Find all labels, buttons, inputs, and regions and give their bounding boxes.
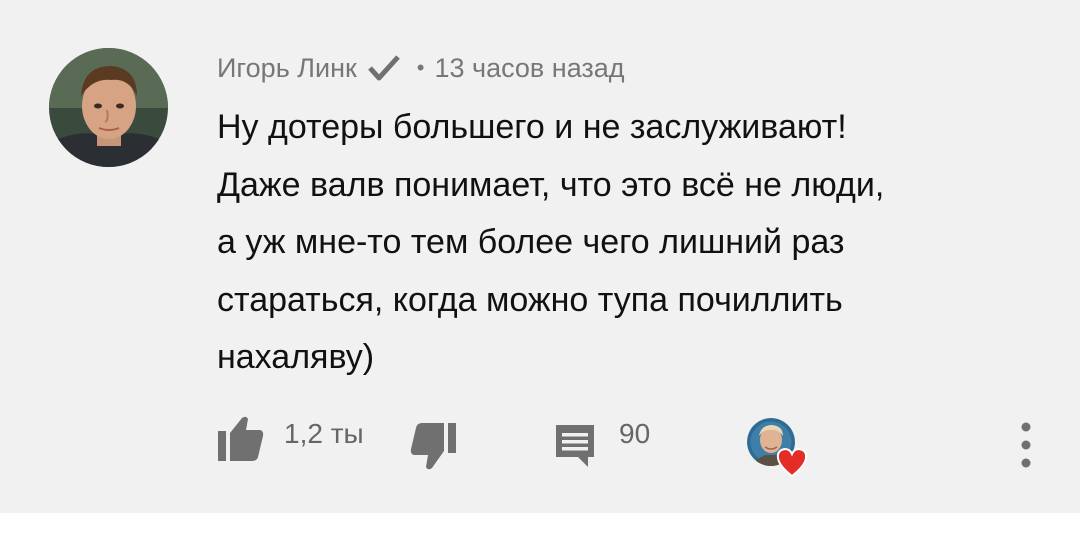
comment-time[interactable]: 13 часов назад xyxy=(435,53,625,84)
like-button[interactable] xyxy=(212,413,270,463)
comment-card: Игорь Линк • 13 часов назад Ну дотеры бо… xyxy=(0,0,1080,513)
more-vertical-icon xyxy=(1021,422,1031,468)
thumbs-up-icon xyxy=(218,416,264,461)
comment-text: Ну дотеры большего и не заслуживают! Даж… xyxy=(217,108,885,376)
avatar-photo xyxy=(49,48,168,167)
more-options-button[interactable] xyxy=(1004,415,1048,475)
comment-icon xyxy=(556,425,594,467)
like-count: 1,2 ты xyxy=(284,418,364,449)
check-icon xyxy=(367,53,401,83)
comment-actions: 1,2 ты 90 xyxy=(0,405,1080,478)
author-avatar[interactable] xyxy=(49,48,168,167)
comment-meta: Игорь Линк • 13 часов назад xyxy=(217,50,625,86)
thumbs-down-icon xyxy=(410,423,456,470)
creator-heart xyxy=(747,418,809,480)
reply-count: 90 xyxy=(619,418,651,449)
meta-separator: • xyxy=(416,55,425,80)
author-name[interactable]: Игорь Линк xyxy=(217,53,357,84)
dislike-button[interactable] xyxy=(404,419,462,473)
reply-button[interactable] xyxy=(553,421,599,469)
heart-icon xyxy=(775,446,809,478)
